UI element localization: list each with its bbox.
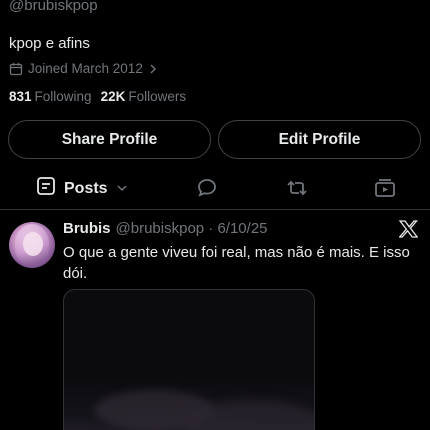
posts-icon bbox=[36, 176, 56, 201]
joined-label: Joined March 2012 bbox=[28, 61, 143, 76]
chevron-right-icon bbox=[148, 63, 158, 75]
post-media-image[interactable] bbox=[63, 289, 315, 430]
media-icon bbox=[374, 179, 396, 203]
calendar-icon bbox=[9, 62, 23, 76]
chevron-down-icon bbox=[116, 180, 128, 198]
x-logo-icon bbox=[398, 220, 419, 243]
followers-count: 22K bbox=[100, 89, 126, 104]
chat-bubble-icon bbox=[196, 179, 218, 203]
joined-date[interactable]: Joined March 2012 bbox=[9, 61, 158, 76]
tab-posts-label: Posts bbox=[64, 179, 108, 197]
edit-profile-button[interactable]: Edit Profile bbox=[218, 120, 421, 159]
profile-tabs: Posts bbox=[0, 170, 430, 208]
share-profile-button[interactable]: Share Profile bbox=[8, 120, 211, 159]
following-link[interactable]: 831 Following bbox=[9, 89, 92, 104]
followers-label: Followers bbox=[128, 89, 187, 104]
post-header: Brubis @brubiskpop · 6/10/25 bbox=[63, 220, 268, 237]
profile-bio: kpop e afins bbox=[9, 35, 90, 52]
post-meta: @brubiskpop · 6/10/25 bbox=[115, 220, 268, 237]
post-author-name[interactable]: Brubis bbox=[63, 220, 111, 237]
post-text: O que a gente viveu foi real, mas não é … bbox=[63, 244, 410, 282]
following-label: Following bbox=[34, 89, 92, 104]
post-avatar[interactable] bbox=[9, 222, 55, 268]
tab-reposts[interactable] bbox=[285, 177, 309, 204]
tab-divider bbox=[0, 209, 430, 210]
repost-icon bbox=[285, 180, 309, 203]
tab-media[interactable] bbox=[374, 177, 396, 204]
follow-stats: 831 Following 22K Followers bbox=[9, 89, 186, 104]
profile-handle: @brubiskpop bbox=[9, 0, 98, 14]
following-count: 831 bbox=[9, 89, 32, 104]
avatar-face bbox=[23, 232, 43, 256]
tab-replies[interactable] bbox=[196, 177, 218, 204]
tab-posts[interactable]: Posts bbox=[36, 176, 128, 201]
followers-link[interactable]: 22K Followers bbox=[101, 89, 187, 104]
